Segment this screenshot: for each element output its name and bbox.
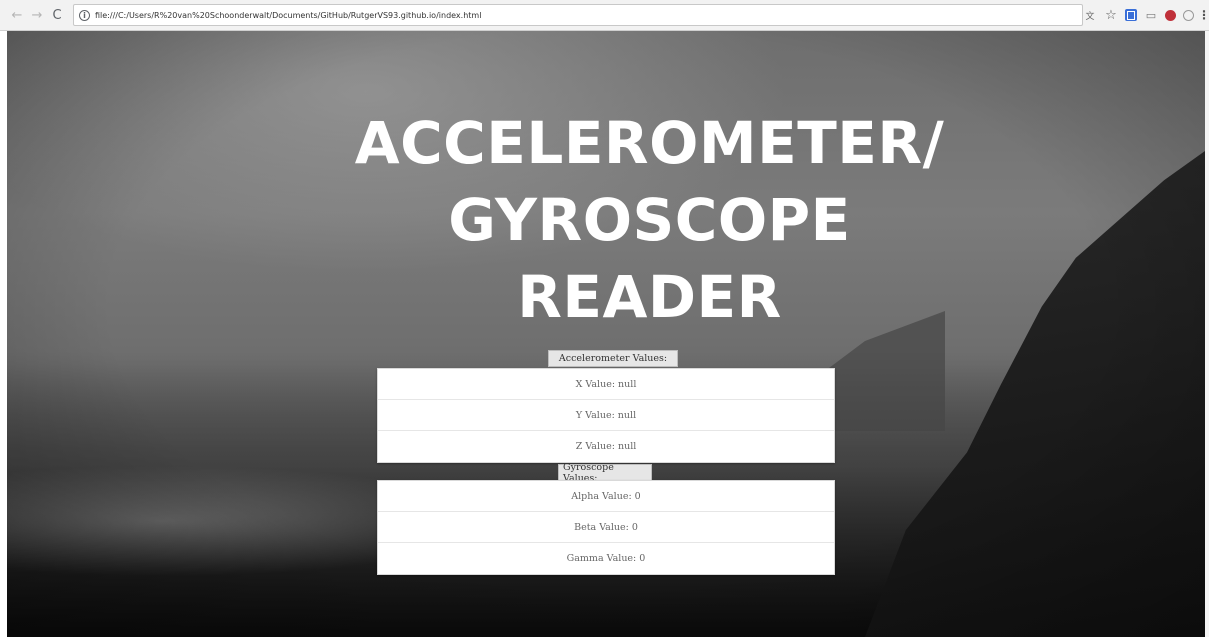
gyroscope-alpha-row: Alpha Value: 0	[378, 481, 834, 512]
extension-icons: 文 ☆ ▭ ⋮	[1083, 8, 1209, 23]
page-title: ACCELEROMETER/ GYROSCOPE READER	[352, 105, 947, 336]
gyroscope-beta-row: Beta Value: 0	[378, 512, 834, 543]
scrollbar-track[interactable]	[1205, 31, 1209, 637]
extension-blue-icon[interactable]	[1125, 9, 1137, 21]
left-margin	[0, 31, 7, 637]
title-line: GYROSCOPE	[448, 186, 851, 254]
browser-menu-icon[interactable]: ⋮	[1198, 8, 1209, 22]
title-line: READER	[517, 263, 782, 331]
forward-icon[interactable]: →	[29, 7, 45, 23]
gyroscope-label: Gyroscope Values:	[558, 462, 652, 484]
reload-icon[interactable]: C	[49, 7, 65, 23]
ublock-shield-icon[interactable]	[1165, 9, 1176, 21]
title-line: ACCELEROMETER/	[354, 109, 945, 177]
accelerometer-x-row: X Value: null	[378, 369, 834, 400]
page-viewport: ACCELEROMETER/ GYROSCOPE READER Accelero…	[7, 31, 1205, 637]
accelerometer-y-row: Y Value: null	[378, 400, 834, 431]
accelerometer-label: Accelerometer Values:	[548, 350, 678, 367]
extension-grey-icon[interactable]	[1183, 9, 1194, 21]
url-text[interactable]: file:///C:/Users/R%20van%20Schoonderwalt…	[95, 11, 481, 20]
browser-toolbar: ← → C i file:///C:/Users/R%20van%20Schoo…	[0, 0, 1209, 31]
translate-icon[interactable]: 文	[1083, 8, 1097, 22]
address-bar[interactable]: i file:///C:/Users/R%20van%20Schoonderwa…	[73, 4, 1083, 26]
accelerometer-z-row: Z Value: null	[575, 441, 637, 452]
bookmark-star-icon[interactable]: ☆	[1104, 8, 1118, 23]
gyroscope-gamma-row: Gamma Value: 0	[566, 553, 646, 564]
accelerometer-panel: X Value: null Y Value: null Z Value: nul…	[377, 368, 835, 463]
info-icon[interactable]: i	[79, 9, 90, 21]
gyroscope-panel: Alpha Value: 0 Beta Value: 0 Gamma Value…	[377, 480, 835, 575]
back-icon[interactable]: ←	[9, 7, 25, 23]
extension-chat-icon[interactable]: ▭	[1144, 8, 1158, 22]
